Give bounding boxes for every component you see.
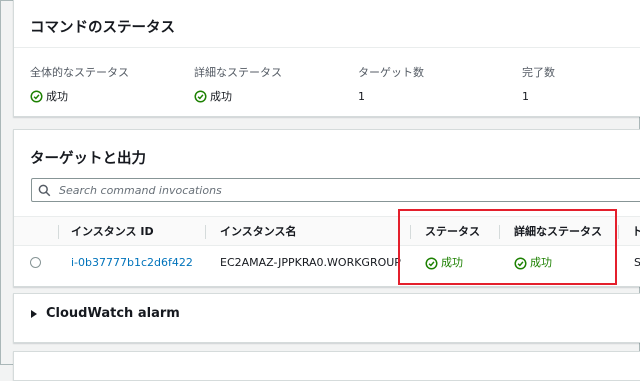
completed-count-value: 1 bbox=[522, 89, 529, 103]
column-header-instance-id[interactable]: インスタンス ID bbox=[71, 217, 154, 247]
row-truncated-cell: S bbox=[634, 256, 640, 269]
detailed-status-value: 成功 bbox=[194, 88, 282, 104]
cloudwatch-alarm-panel[interactable]: CloudWatch alarm bbox=[13, 293, 640, 343]
search-input[interactable]: Search command invocations bbox=[31, 178, 640, 202]
search-icon bbox=[38, 184, 51, 196]
column-header-truncated[interactable]: ト bbox=[632, 217, 640, 247]
completed-count-label: 完了数 bbox=[522, 66, 555, 79]
detailed-status-label: 詳細なステータス bbox=[194, 66, 282, 79]
column-divider bbox=[58, 225, 59, 239]
check-circle-icon bbox=[30, 89, 43, 103]
overall-status-text: 成功 bbox=[46, 90, 68, 103]
instance-name: EC2AMAZ-JPPKRA0.WORKGROUP bbox=[220, 256, 401, 269]
cloudwatch-alarm-toggle[interactable]: CloudWatch alarm bbox=[31, 306, 180, 321]
check-circle-icon bbox=[194, 89, 207, 103]
targets-output-title: ターゲットと出力 bbox=[30, 151, 146, 167]
detailed-status-text: 成功 bbox=[210, 90, 232, 103]
cloudwatch-alarm-title: CloudWatch alarm bbox=[46, 306, 180, 321]
next-panel bbox=[13, 351, 640, 381]
page-frame: コマンドのステータス 全体的なステータス 成功 詳細なステータス 成功 ターゲッ… bbox=[0, 0, 640, 381]
highlight-box bbox=[398, 209, 617, 285]
target-count: ターゲット数 1 bbox=[358, 64, 424, 104]
column-header-instance-name[interactable]: インスタンス名 bbox=[220, 217, 297, 247]
divider bbox=[14, 47, 640, 48]
overall-status-label: 全体的なステータス bbox=[30, 66, 129, 79]
column-divider bbox=[205, 225, 206, 239]
completed-count: 完了数 1 bbox=[522, 64, 555, 104]
row-select-radio[interactable] bbox=[30, 257, 41, 268]
caret-right-icon bbox=[31, 309, 37, 318]
target-count-value: 1 bbox=[358, 89, 365, 103]
instance-id-link[interactable]: i-0b37777b1c2d6f422 bbox=[71, 246, 193, 280]
command-status-panel: コマンドのステータス 全体的なステータス 成功 詳細なステータス 成功 ターゲッ… bbox=[13, 0, 640, 117]
detailed-status: 詳細なステータス 成功 bbox=[194, 64, 282, 104]
column-divider bbox=[618, 225, 619, 239]
search-placeholder: Search command invocations bbox=[59, 183, 222, 197]
command-status-title: コマンドのステータス bbox=[30, 20, 175, 36]
overall-status-value: 成功 bbox=[30, 88, 129, 104]
target-count-label: ターゲット数 bbox=[358, 66, 424, 79]
overall-status: 全体的なステータス 成功 bbox=[30, 64, 129, 104]
